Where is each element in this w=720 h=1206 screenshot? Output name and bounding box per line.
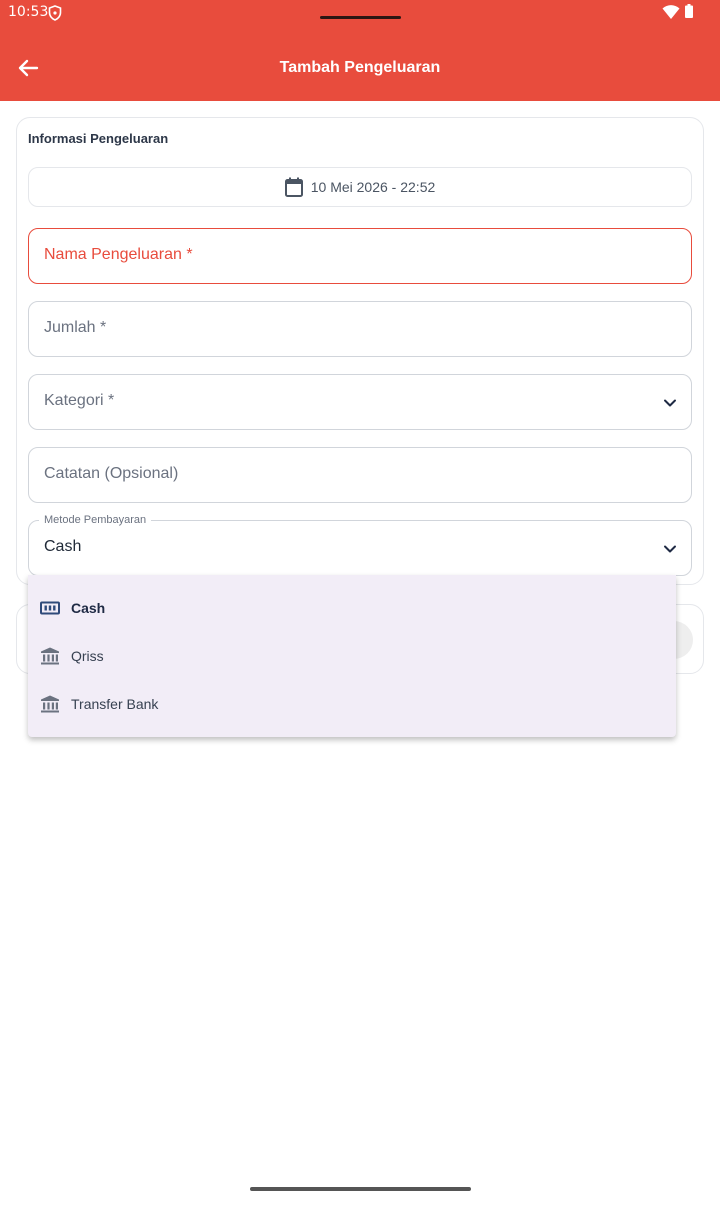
chevron-down-icon (664, 399, 676, 407)
wifi-icon (662, 5, 680, 19)
menu-item-label: Cash (71, 600, 106, 616)
category-select[interactable]: Kategori * (28, 374, 692, 430)
amount-placeholder: Jumlah * (44, 319, 107, 336)
payment-method-select[interactable]: Metode Pembayaran Cash (28, 514, 692, 576)
status-bar: 10:53 (0, 0, 720, 26)
menu-item-label: Qriss (71, 648, 104, 664)
note-field[interactable]: Catatan (Opsional) (28, 447, 692, 503)
bank-icon (41, 695, 59, 713)
menu-item-qriss[interactable]: Qriss (28, 632, 676, 680)
menu-item-cash[interactable]: Cash (28, 584, 676, 632)
note-placeholder: Catatan (Opsional) (44, 465, 179, 482)
status-time: 10:53 (8, 4, 49, 20)
home-indicator[interactable] (250, 1187, 471, 1191)
cash-icon (40, 601, 60, 615)
payment-method-label: Metode Pembayaran (39, 514, 152, 526)
calendar-icon (284, 177, 303, 197)
section-title: Informasi Pengeluaran (28, 131, 169, 146)
shield-icon (48, 5, 62, 21)
menu-item-transfer-bank[interactable]: Transfer Bank (28, 680, 676, 728)
top-bar: 10:53 Tambah Pengeluaran (0, 0, 720, 101)
page-title: Tambah Pengeluaran (279, 59, 441, 76)
date-picker-button[interactable]: 10 Mei 2026 - 22:52 (28, 167, 692, 207)
payment-method-menu: Cash Qriss Transfer Bank (28, 575, 676, 737)
chevron-down-icon (664, 545, 676, 553)
date-text: 10 Mei 2026 - 22:52 (310, 179, 436, 195)
expense-info-card: Informasi Pengeluaran 10 Mei 2026 - 22:5… (16, 117, 704, 585)
bank-icon (41, 647, 59, 665)
camera-notch (320, 16, 401, 19)
menu-item-label: Transfer Bank (71, 696, 159, 712)
battery-icon (685, 4, 693, 18)
payment-method-value: Cash (44, 538, 82, 555)
amount-field[interactable]: Jumlah * (28, 301, 692, 357)
category-placeholder: Kategori * (44, 392, 115, 409)
expense-name-field[interactable]: Nama Pengeluaran * (28, 228, 692, 284)
expense-name-placeholder: Nama Pengeluaran * (44, 246, 193, 263)
app-bar: Tambah Pengeluaran (0, 26, 720, 101)
